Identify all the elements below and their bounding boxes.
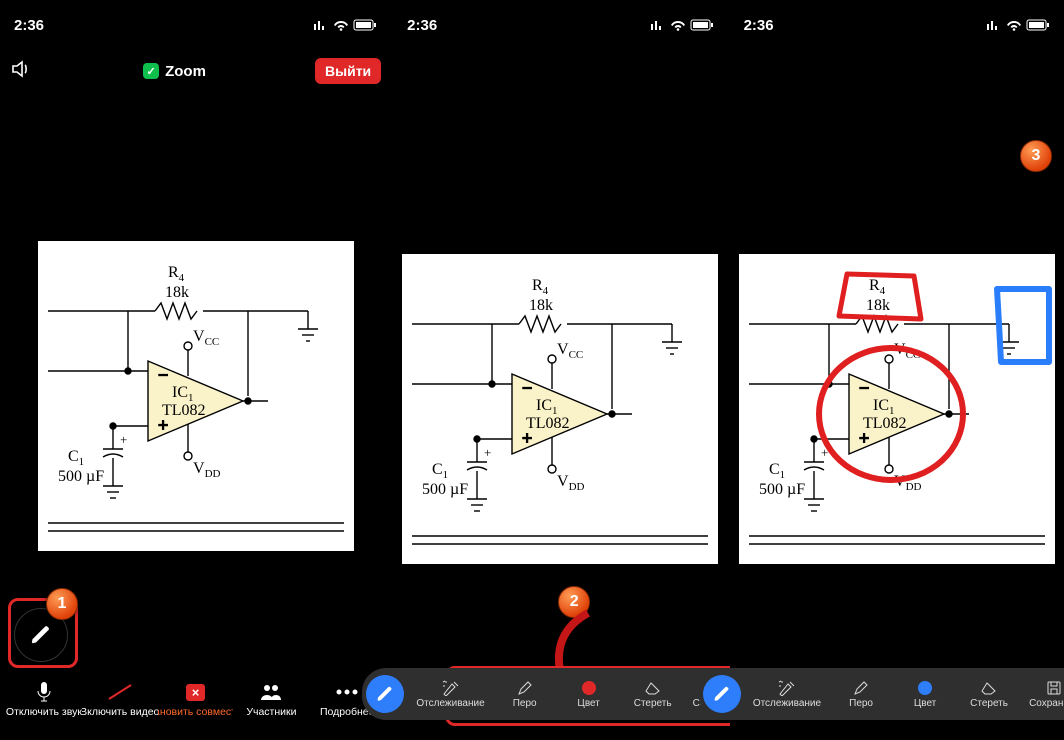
exit-button[interactable]: Выйти [315,58,381,84]
mobile-status-bar: 2:36 [393,0,727,40]
svg-text:18k: 18k [165,284,189,301]
tool-erase[interactable]: Стереть [621,677,685,711]
svg-text:R4: R4 [532,277,549,297]
mobile-status-bar: 2:36 [0,0,391,40]
step-marker-1: 1 [46,588,78,620]
status-time: 2:36 [744,17,774,34]
tool-save[interactable]: Сохранить [1021,677,1064,711]
panel-main: 2:36 Zoom Выйти [0,0,393,740]
color-icon [918,679,932,697]
tool-pen[interactable]: Перо [493,677,557,711]
color-icon [582,679,596,697]
svg-text:TL082: TL082 [863,415,907,432]
tool-spotlight[interactable]: Отслеживание [408,677,492,711]
erase-icon [645,679,661,697]
annotate-toggle[interactable] [366,675,404,713]
shared-screen: − + R4 18k VCC [402,254,718,564]
status-icons [313,19,377,31]
video-off-icon [107,680,133,704]
more-icon [335,680,359,704]
svg-text:+: + [120,432,127,447]
speaker-icon[interactable] [10,59,34,84]
bottom-participants[interactable]: Участники [233,680,309,718]
pen-icon [853,679,869,697]
status-time: 2:36 [407,17,437,34]
svg-text:500 µF: 500 µF [759,481,805,498]
tool-color[interactable]: Цвет [893,677,957,711]
erase-icon [981,679,997,697]
mic-icon [35,680,53,704]
status-icons [986,19,1050,31]
mobile-status-bar: 2:36 [730,0,1064,40]
meeting-title: Zoom [143,63,206,80]
spotlight-icon [442,679,460,697]
bottom-video[interactable]: Включить видео [82,680,158,718]
participants-icon [259,680,283,704]
svg-text:18k: 18k [529,297,553,314]
svg-text:+: + [484,445,491,460]
status-time: 2:36 [14,17,44,34]
svg-text:500 µF: 500 µF [58,468,104,485]
bottom-share[interactable]: × Остановить совместный [158,680,234,718]
tool-erase[interactable]: Стереть [957,677,1021,711]
panel-toolbar: 2:36 − + [393,0,729,740]
bottom-mic[interactable]: Отключить звук [6,680,82,718]
pen-icon [517,679,533,697]
save-icon [1047,679,1061,697]
svg-text:C1: C1 [769,461,785,481]
annotation-toolbar: Отслеживание Перо Цвет Стереть Сохранить [699,668,1064,720]
tool-spotlight[interactable]: Отслеживание [745,677,829,711]
stop-share-icon: × [186,680,206,704]
step-marker-2: 2 [558,586,590,618]
meeting-header: Zoom Выйти [0,40,391,102]
svg-text:18k: 18k [866,297,890,314]
annotate-toggle[interactable] [703,675,741,713]
shared-screen-annotated: − + R4 18k VCC [739,254,1055,564]
verified-icon [143,63,159,79]
svg-text:VDD: VDD [557,473,585,493]
panel-annotated: 2:36 3 − + [730,0,1064,740]
svg-text:500 µF: 500 µF [422,481,468,498]
svg-text:C1: C1 [432,461,448,481]
svg-text:−: − [859,378,869,398]
meeting-bottom-bar: Отключить звук Включить видео × Останови… [0,664,391,740]
svg-text:−: − [522,378,532,398]
spotlight-icon [778,679,796,697]
shared-screen: − + [38,241,354,551]
tool-pen[interactable]: Перо [829,677,893,711]
svg-text:TL082: TL082 [526,415,570,432]
svg-text:−: − [158,365,168,385]
svg-text:VCC: VCC [557,341,583,361]
svg-text:R4: R4 [869,277,886,297]
svg-text:TL082: TL082 [162,402,206,419]
tool-color[interactable]: Цвет [557,677,621,711]
status-icons [650,19,714,31]
